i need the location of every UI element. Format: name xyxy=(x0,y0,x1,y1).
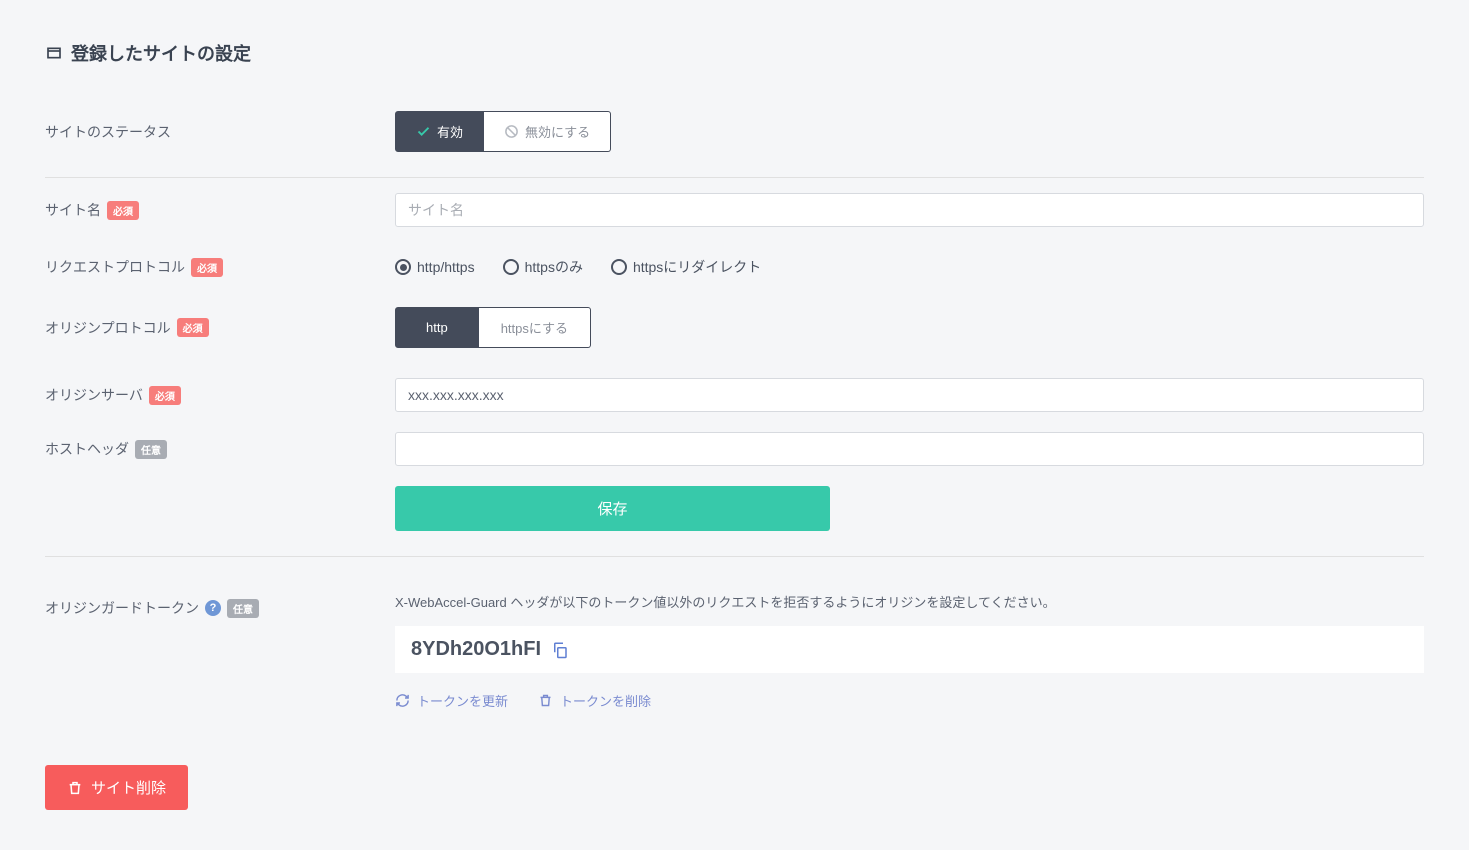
label-status: サイトのステータス xyxy=(45,122,395,142)
row-origin-protocol: オリジンプロトコル 必須 http httpsにする xyxy=(45,292,1424,363)
origin-https-label: httpsにする xyxy=(501,318,568,337)
token-delete-button[interactable]: トークンを削除 xyxy=(538,691,651,710)
request-protocol-radios: http/https httpsのみ httpsにリダイレクト xyxy=(395,257,1424,277)
token-actions: トークンを更新 トークンを削除 xyxy=(395,691,1424,710)
site-name-input[interactable] xyxy=(395,193,1424,227)
token-value: 8YDh20O1hFI xyxy=(411,638,541,661)
radio-https-only[interactable]: httpsのみ xyxy=(503,257,583,277)
label-site-name-text: サイト名 xyxy=(45,200,101,220)
status-enabled-button[interactable]: 有効 xyxy=(395,111,484,152)
radio-icon xyxy=(503,259,519,275)
origin-https-button[interactable]: httpsにする xyxy=(479,307,591,348)
token-refresh-button[interactable]: トークンを更新 xyxy=(395,691,508,710)
required-badge: 必須 xyxy=(149,386,181,405)
token-delete-label: トークンを削除 xyxy=(560,691,651,710)
status-toggle-group: 有効 無効にする xyxy=(395,111,611,152)
radio-icon xyxy=(611,259,627,275)
radio-redirect-https[interactable]: httpsにリダイレクト xyxy=(611,257,761,277)
delete-site-button[interactable]: サイト削除 xyxy=(45,765,188,810)
label-token: オリジンガードトークン ? 任意 xyxy=(45,592,395,618)
trash-icon xyxy=(538,693,553,708)
origin-protocol-toggle: http httpsにする xyxy=(395,307,591,348)
copy-icon[interactable] xyxy=(551,641,569,659)
required-badge: 必須 xyxy=(191,258,223,277)
required-badge: 必須 xyxy=(107,201,139,220)
optional-badge: 任意 xyxy=(227,599,259,618)
optional-badge: 任意 xyxy=(135,440,167,459)
refresh-icon xyxy=(395,693,410,708)
label-origin-protocol-text: オリジンプロトコル xyxy=(45,318,171,338)
window-icon xyxy=(45,45,63,61)
row-token: オリジンガードトークン ? 任意 X-WebAccel-Guard ヘッダが以下… xyxy=(45,577,1424,725)
label-request-protocol: リクエストプロトコル 必須 xyxy=(45,257,395,277)
token-refresh-label: トークンを更新 xyxy=(417,691,508,710)
required-badge: 必須 xyxy=(177,318,209,337)
row-save: 保存 xyxy=(45,481,1424,546)
delete-site-label: サイト削除 xyxy=(91,777,166,798)
row-host-header: ホストヘッダ 任意 xyxy=(45,417,1424,481)
token-value-box: 8YDh20O1hFI xyxy=(395,626,1424,673)
origin-http-button[interactable]: http xyxy=(395,307,479,348)
label-host-header-text: ホストヘッダ xyxy=(45,439,129,459)
label-host-header: ホストヘッダ 任意 xyxy=(45,439,395,459)
label-origin-protocol: オリジンプロトコル 必須 xyxy=(45,318,395,338)
row-status: サイトのステータス 有効 無効にする xyxy=(45,96,1424,178)
token-hint: X-WebAccel-Guard ヘッダが以下のトークン値以外のリクエストを拒否… xyxy=(395,592,1424,611)
label-origin-server: オリジンサーバ 必須 xyxy=(45,385,395,405)
label-origin-server-text: オリジンサーバ xyxy=(45,385,143,405)
origin-server-input[interactable] xyxy=(395,378,1424,412)
page-title-text: 登録したサイトの設定 xyxy=(71,40,251,66)
label-request-protocol-text: リクエストプロトコル xyxy=(45,257,185,277)
radio-icon xyxy=(395,259,411,275)
status-disable-label: 無効にする xyxy=(525,122,590,141)
status-enabled-label: 有効 xyxy=(437,122,463,141)
status-disable-button[interactable]: 無効にする xyxy=(484,111,611,152)
row-request-protocol: リクエストプロトコル 必須 http/https httpsのみ httpsにリ… xyxy=(45,242,1424,292)
help-icon[interactable]: ? xyxy=(205,600,221,616)
label-status-text: サイトのステータス xyxy=(45,122,171,142)
radio-https-only-label: httpsのみ xyxy=(525,257,583,277)
origin-http-label: http xyxy=(426,320,448,335)
check-icon xyxy=(416,124,431,139)
radio-redirect-https-label: httpsにリダイレクト xyxy=(633,257,761,277)
page-title: 登録したサイトの設定 xyxy=(45,40,1424,66)
radio-http-https-label: http/https xyxy=(417,259,475,275)
ban-icon xyxy=(504,124,519,139)
save-button[interactable]: 保存 xyxy=(395,486,830,531)
row-site-name: サイト名 必須 xyxy=(45,178,1424,242)
radio-http-https[interactable]: http/https xyxy=(395,259,475,275)
label-site-name: サイト名 必須 xyxy=(45,200,395,220)
trash-icon xyxy=(67,780,83,796)
host-header-input[interactable] xyxy=(395,432,1424,466)
label-token-text: オリジンガードトークン xyxy=(45,598,199,618)
row-origin-server: オリジンサーバ 必須 xyxy=(45,363,1424,417)
section-token: オリジンガードトークン ? 任意 X-WebAccel-Guard ヘッダが以下… xyxy=(45,556,1424,725)
